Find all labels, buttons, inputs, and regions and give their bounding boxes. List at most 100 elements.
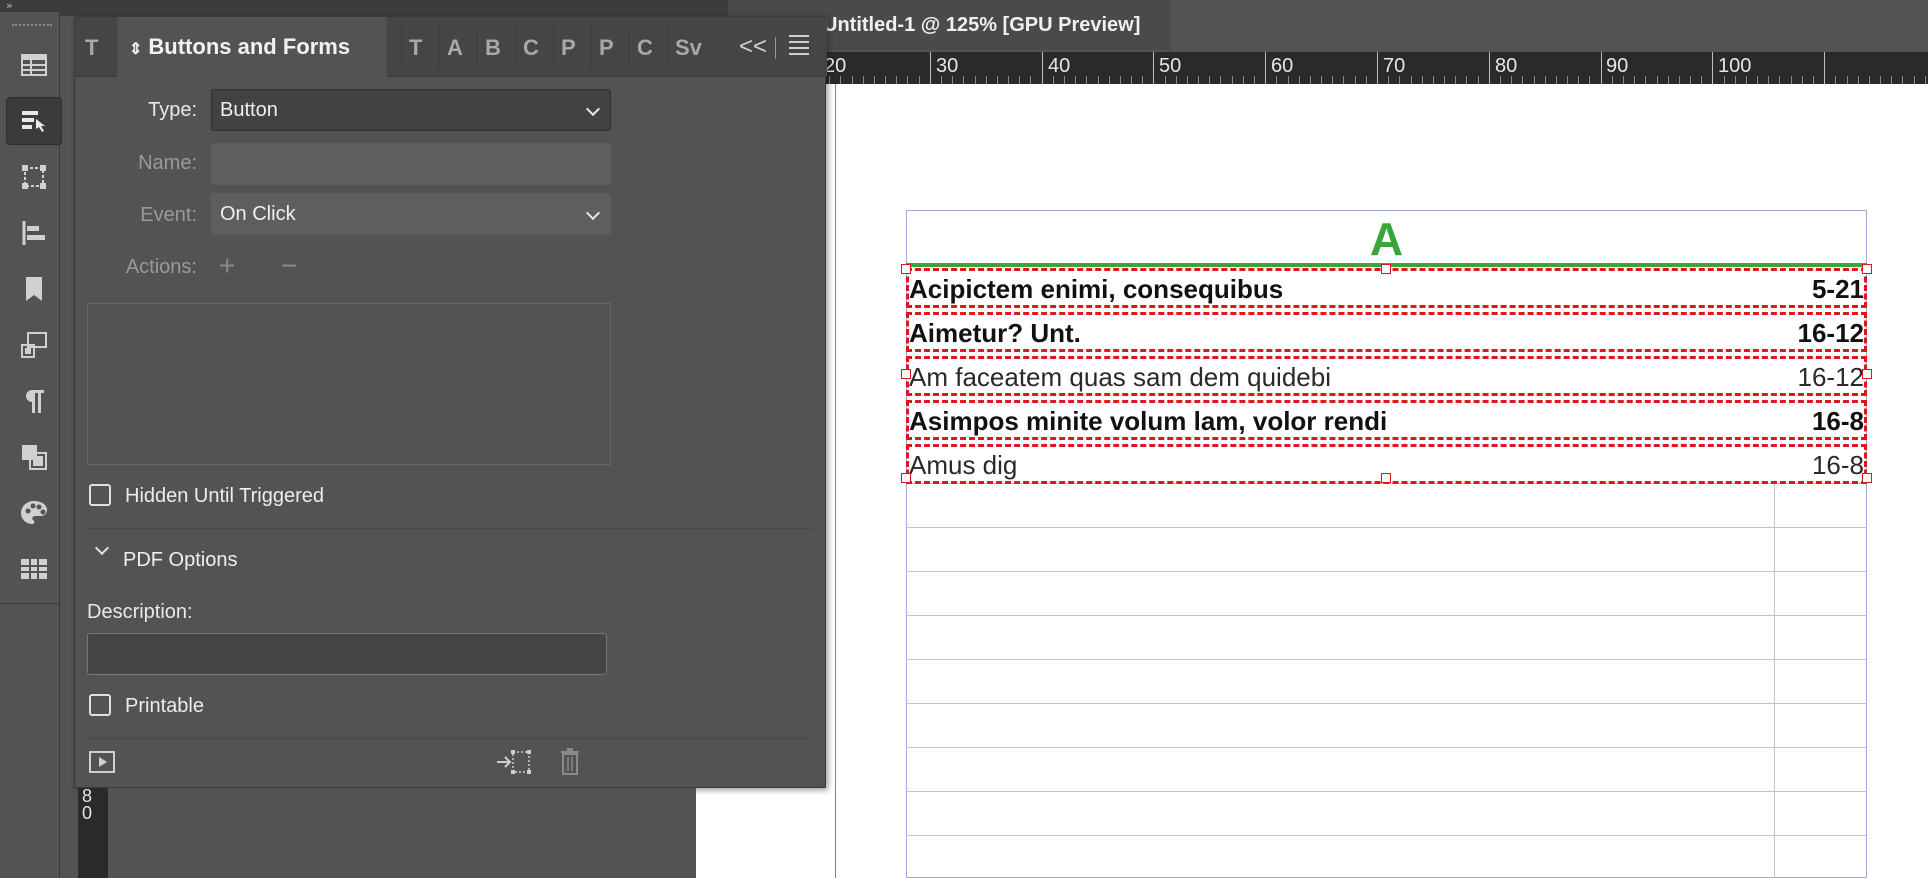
- selection-handle[interactable]: [1381, 473, 1391, 483]
- panel-tab[interactable]: T: [409, 35, 422, 61]
- collapse-panel-button[interactable]: <<: [739, 33, 767, 61]
- add-action-button[interactable]: +: [219, 250, 235, 282]
- convert-to-button-icon[interactable]: [495, 749, 531, 775]
- ruler-tick: [1097, 76, 1099, 84]
- ruler-tick: [1757, 76, 1759, 84]
- ruler-tick: [1880, 76, 1882, 84]
- index-entry: Asimpos minite volum lam, volor rendi: [909, 406, 1388, 436]
- table-grid-line: [906, 703, 1867, 704]
- ruler-label: 80: [1495, 55, 1518, 77]
- panel-tab[interactable]: A: [447, 35, 463, 61]
- chevron-down-icon[interactable]: [94, 540, 110, 556]
- hidden-until-triggered-checkbox[interactable]: [89, 484, 111, 506]
- page-reference: 16-12: [1797, 362, 1865, 392]
- ruler-tick: [1768, 76, 1770, 84]
- panel-tab[interactable]: T: [85, 35, 98, 61]
- dock-grip[interactable]: [12, 24, 52, 30]
- selection-handle[interactable]: [1862, 264, 1872, 274]
- printable-checkbox[interactable]: [89, 694, 111, 716]
- panel-tab[interactable]: B: [485, 35, 501, 61]
- ruler-tick: [1309, 76, 1311, 84]
- tab-separator: [553, 25, 554, 69]
- table-row[interactable]: Aimetur? Unt. 16-12: [906, 312, 1867, 352]
- table-row[interactable]: Acipictem enimi, consequibus 5-21: [906, 268, 1867, 308]
- trash-icon[interactable]: [559, 747, 581, 775]
- panel-tab[interactable]: C: [637, 35, 653, 61]
- panel-tab[interactable]: C: [523, 35, 539, 61]
- ruler-tick: [1835, 76, 1837, 84]
- panel-tab[interactable]: P: [561, 35, 576, 61]
- swatches-icon[interactable]: [6, 489, 62, 537]
- table-header-letter[interactable]: A: [906, 212, 1867, 266]
- preview-icon[interactable]: [89, 751, 115, 773]
- ruler-tick: [1801, 76, 1803, 84]
- panel-menu-icon[interactable]: [789, 35, 809, 57]
- links-icon[interactable]: [6, 321, 62, 369]
- ruler-tick: [1332, 76, 1334, 84]
- expand-dock-button[interactable]: »: [0, 0, 60, 12]
- tab-separator: [591, 25, 592, 69]
- layers-icon[interactable]: [6, 433, 62, 481]
- ruler-tick: [952, 76, 954, 84]
- ruler-tick: [1555, 76, 1557, 84]
- table-grid-line: [906, 835, 1867, 836]
- table-frame[interactable]: [906, 210, 1867, 878]
- ruler-tick: [1377, 52, 1378, 84]
- type-dropdown[interactable]: Button: [211, 89, 611, 131]
- ruler-tick: [1600, 52, 1602, 84]
- table-row[interactable]: Asimpos minite volum lam, volor rendi 16…: [906, 400, 1867, 440]
- event-value: On Click: [220, 203, 296, 225]
- ruler-tick: [985, 76, 987, 84]
- ruler-tick: [1824, 52, 1826, 84]
- table-styles-icon[interactable]: [6, 545, 62, 593]
- ruler-label: 100: [1718, 55, 1752, 77]
- selection-handle[interactable]: [901, 369, 911, 379]
- table-grid-line: [906, 571, 1867, 572]
- ruler-tick: [1265, 52, 1267, 84]
- ruler-tick: [1276, 76, 1278, 84]
- panel-tab[interactable]: Sv: [675, 35, 702, 61]
- horizontal-ruler[interactable]: 20 30 40 50 60 70 80 90 100: [728, 52, 1928, 84]
- pdf-options-toggle[interactable]: PDF Options: [123, 549, 237, 572]
- printable-label: Printable: [125, 695, 204, 717]
- selection-handle[interactable]: [1862, 369, 1872, 379]
- actions-list[interactable]: [87, 303, 611, 465]
- chevron-down-icon: [585, 205, 601, 221]
- ruler-tick: [1231, 76, 1233, 84]
- ruler-tick: [1857, 76, 1859, 84]
- ruler-tick: [840, 76, 842, 84]
- table-icon[interactable]: [6, 41, 62, 89]
- vertical-ruler[interactable]: 8 0: [78, 787, 108, 878]
- ruler-tick: [1846, 76, 1848, 84]
- ruler-tick: [873, 76, 875, 84]
- selection-handle[interactable]: [901, 473, 911, 483]
- description-field[interactable]: [87, 633, 607, 675]
- ruler-tick: [1119, 76, 1121, 84]
- paragraph-icon[interactable]: [6, 377, 62, 425]
- ruler-label: 40: [1048, 55, 1071, 77]
- tab-separator: [439, 25, 440, 69]
- event-dropdown[interactable]: On Click: [211, 193, 611, 235]
- tab-buttons-and-forms[interactable]: ⇕ Buttons and Forms: [117, 17, 387, 78]
- table-grid-line: [906, 791, 1867, 792]
- selection-handle[interactable]: [1381, 264, 1391, 274]
- selection-handle[interactable]: [1862, 473, 1872, 483]
- panel-dock: »: [0, 0, 62, 878]
- dock-divider: [0, 603, 60, 604]
- ruler-tick: [1388, 76, 1390, 84]
- panel-tab[interactable]: P: [599, 35, 614, 61]
- ruler-tick: [885, 76, 887, 84]
- name-field[interactable]: [211, 143, 611, 185]
- ruler-tick: [1522, 76, 1524, 84]
- ruler-tick: [1634, 76, 1636, 84]
- ruler-tick: [1533, 76, 1535, 84]
- ruler-tick: [1019, 76, 1021, 84]
- ruler-tick: [996, 76, 998, 84]
- ruler-tick: [1745, 76, 1747, 84]
- ruler-tick: [1455, 76, 1457, 84]
- table-grid-line: [906, 659, 1867, 660]
- type-label: Type:: [148, 99, 197, 121]
- selection-handle[interactable]: [901, 264, 911, 274]
- table-row[interactable]: Am faceatem quas sam dem quidebi 16-12: [906, 356, 1867, 396]
- remove-action-button[interactable]: −: [281, 250, 297, 282]
